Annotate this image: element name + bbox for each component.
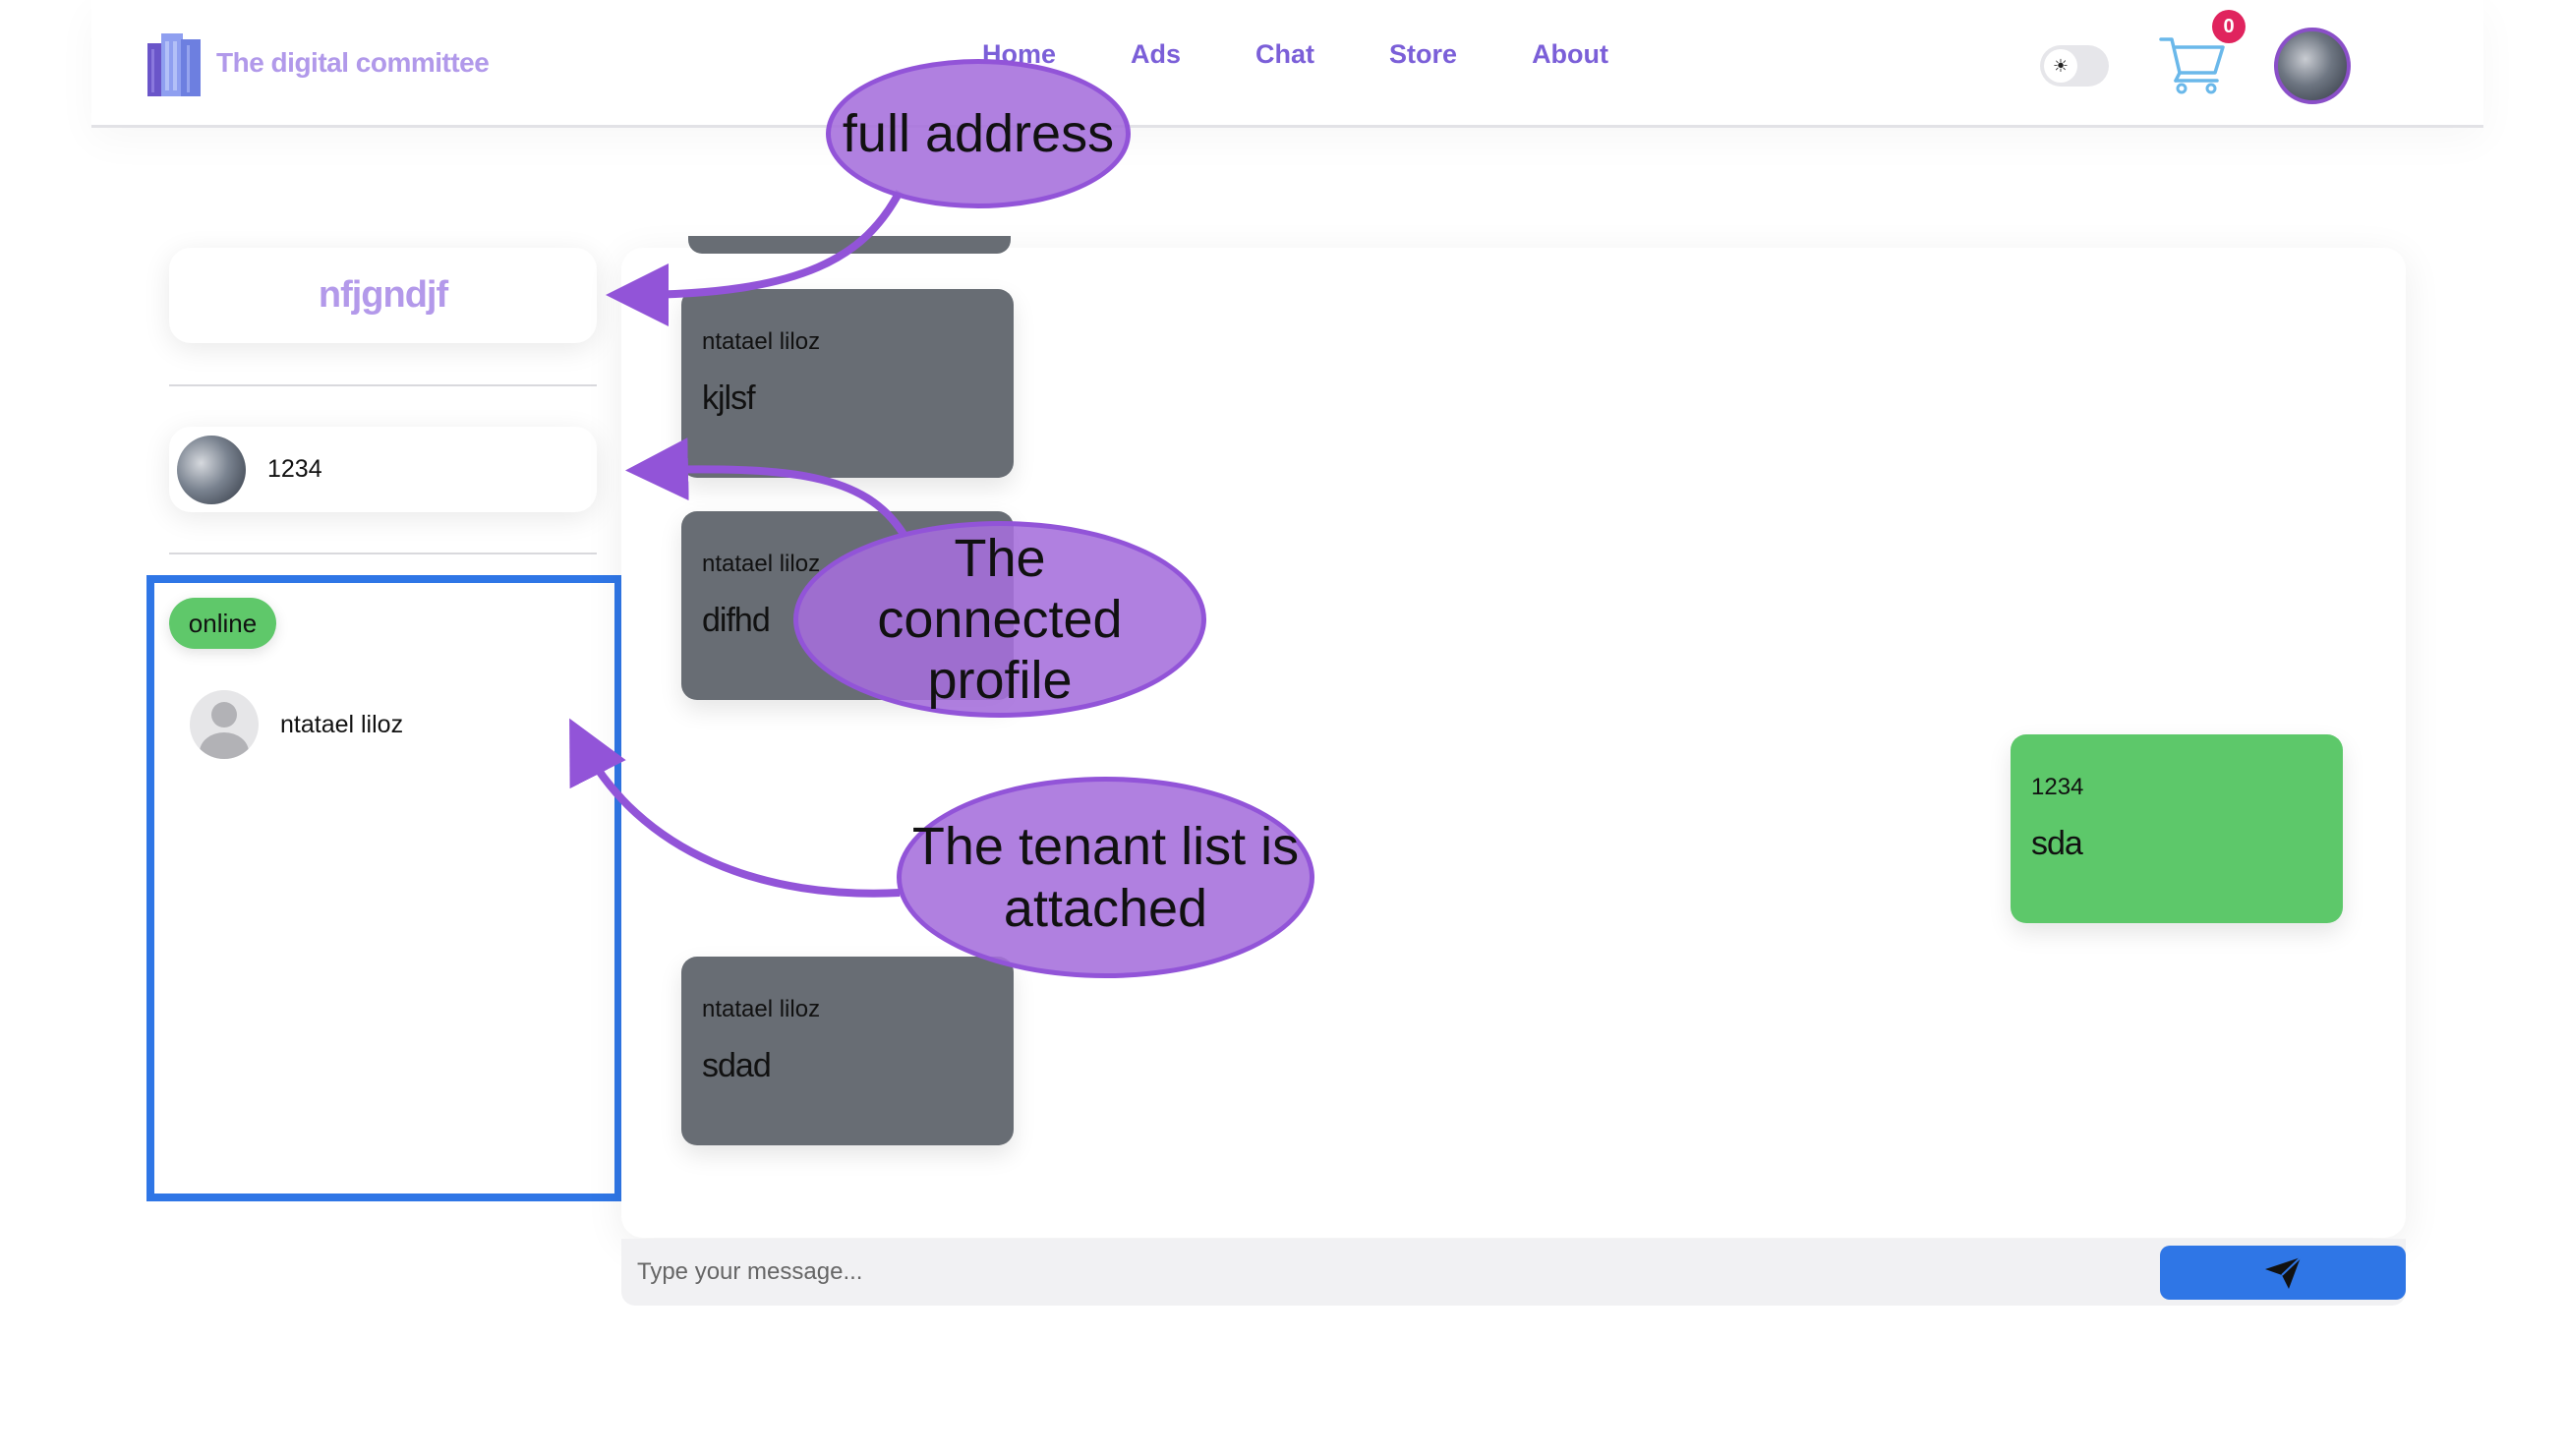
sun-icon: ☀ — [2044, 49, 2077, 83]
brand[interactable]: The digital committee — [146, 29, 490, 96]
divider — [169, 553, 597, 554]
cart-count-badge: 0 — [2212, 10, 2246, 43]
nav-chat-link[interactable]: Chat — [1255, 39, 1314, 70]
full-address-text: nfjgndjf — [318, 274, 448, 316]
annotation-tenant-list: The tenant list is attached — [897, 777, 1314, 978]
shopping-cart-icon[interactable] — [2158, 31, 2229, 94]
send-button[interactable] — [2160, 1246, 2406, 1300]
building-logo-icon — [147, 33, 201, 96]
tenant-name: ntatael liloz — [280, 710, 404, 738]
online-badge: online — [169, 598, 276, 649]
message-text: sdad — [702, 1047, 772, 1084]
annotation-connected-profile: The connected profile — [793, 521, 1206, 718]
theme-toggle[interactable]: ☀ — [2040, 45, 2109, 87]
main-nav: Home Ads Chat Store About — [982, 39, 1683, 70]
tenant-list-item[interactable]: ntatael liloz — [190, 690, 403, 759]
message-text: sda — [2031, 825, 2083, 862]
address-card: nfjgndjf — [169, 248, 597, 343]
message-text: kjlsf — [702, 379, 756, 417]
profile-avatar — [177, 435, 246, 504]
message-input[interactable] — [621, 1239, 2155, 1306]
message-bubble: ntatael liloz kjlsf — [681, 289, 1014, 478]
send-icon — [2265, 1255, 2302, 1289]
user-avatar[interactable] — [2274, 28, 2351, 104]
message-sender: ntatael liloz — [702, 551, 821, 577]
nav-store-link[interactable]: Store — [1389, 39, 1457, 70]
message-bubble: ntatael liloz sdad — [681, 957, 1014, 1145]
message-sender: ntatael liloz — [702, 328, 821, 355]
message-text: difhd — [702, 602, 771, 639]
brand-name: The digital committee — [216, 47, 490, 78]
nav-about-link[interactable]: About — [1532, 39, 1608, 70]
message-sender: 1234 — [2031, 774, 2084, 800]
top-navbar: The digital committee Home Ads Chat Stor… — [91, 0, 2483, 128]
nav-ads-link[interactable]: Ads — [1131, 39, 1181, 70]
message-bubble-own: 1234 sda — [2011, 734, 2343, 923]
message-sender: ntatael liloz — [702, 996, 821, 1022]
annotation-full-address: full address — [826, 59, 1131, 208]
default-avatar-icon — [190, 690, 259, 759]
divider — [169, 384, 597, 386]
connected-profile-card[interactable]: 1234 — [169, 427, 597, 512]
message-composer — [621, 1239, 2406, 1306]
message-bubble-partial — [688, 236, 1011, 254]
profile-name: 1234 — [267, 455, 322, 483]
tenant-list-highlight — [146, 575, 622, 1201]
